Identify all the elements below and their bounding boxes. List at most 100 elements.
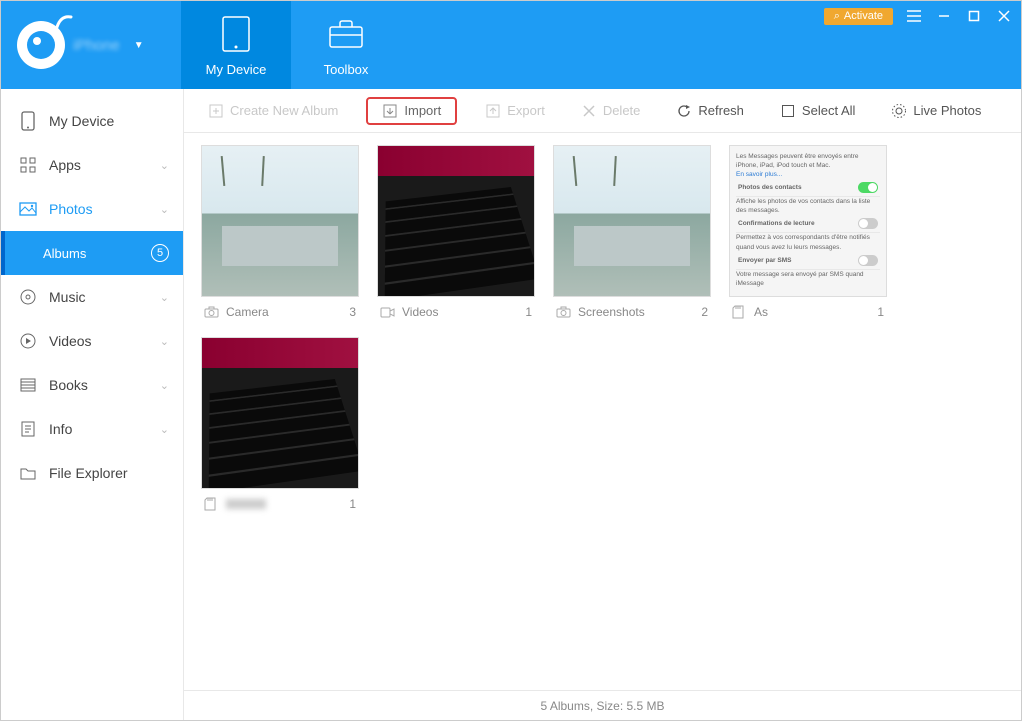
- key-icon: ⌕: [834, 10, 840, 23]
- toolbar: Create New Album Import Export Delete Re…: [184, 89, 1021, 133]
- apps-icon: [17, 157, 39, 173]
- device-name: iPhone: [73, 37, 120, 54]
- chevron-down-icon: ⌄: [160, 335, 169, 348]
- album-name: Camera: [226, 305, 269, 319]
- sd-icon: [732, 305, 748, 319]
- tab-my-device[interactable]: My Device: [181, 1, 291, 89]
- delete-icon: [581, 103, 597, 119]
- export-icon: [485, 103, 501, 119]
- tb-label: Delete: [603, 103, 641, 118]
- tablet-icon: [218, 14, 254, 54]
- sidebar-item-info[interactable]: Info ⌄: [1, 407, 183, 451]
- maximize-icon[interactable]: [965, 7, 983, 25]
- album-meta: Camera 3: [194, 297, 366, 319]
- tb-label: Create New Album: [230, 103, 338, 118]
- tab-toolbox[interactable]: Toolbox: [291, 1, 401, 89]
- chevron-down-icon: ⌄: [160, 159, 169, 172]
- info-icon: [17, 421, 39, 437]
- export-button[interactable]: Export: [477, 99, 553, 123]
- camera-icon: [556, 306, 572, 318]
- activate-button[interactable]: ⌕ Activate: [824, 8, 893, 25]
- sidebar-label: Apps: [49, 157, 81, 173]
- settings-text: Les Messages peuvent être envoyés entre …: [736, 152, 880, 170]
- chevron-down-icon: ⌄: [160, 379, 169, 392]
- live-photos-button[interactable]: Live Photos: [883, 99, 989, 123]
- plus-icon: [208, 103, 224, 119]
- select-all-button[interactable]: Select All: [772, 99, 863, 123]
- toggle-icon: [858, 182, 878, 193]
- tb-label: Export: [507, 103, 545, 118]
- main: Create New Album Import Export Delete Re…: [184, 89, 1021, 720]
- music-icon: [17, 289, 39, 305]
- album-meta: As 1: [722, 297, 894, 319]
- sidebar-item-file-explorer[interactable]: File Explorer: [1, 451, 183, 495]
- albums-grid: Camera 3 Videos 1 Screenshots 2: [184, 133, 1021, 690]
- tab-label: My Device: [206, 62, 267, 77]
- album-thumb: [377, 145, 535, 297]
- minimize-icon[interactable]: [935, 7, 953, 25]
- refresh-icon: [676, 103, 692, 119]
- create-album-button[interactable]: Create New Album: [200, 99, 346, 123]
- settings-sub: Votre message sera envoyé par SMS quand …: [736, 270, 880, 288]
- sidebar-sub-label: Albums: [43, 246, 86, 261]
- tb-label: Refresh: [698, 103, 744, 118]
- app-logo-icon: [17, 21, 65, 69]
- settings-sub: Permettez à vos correspondants d'être no…: [736, 233, 880, 251]
- album-meta: 1: [194, 489, 366, 511]
- album-name: As: [754, 305, 768, 319]
- books-icon: [17, 378, 39, 392]
- chevron-down-icon: ⌄: [160, 423, 169, 436]
- sidebar-label: Photos: [49, 201, 93, 217]
- checkbox-icon: [780, 103, 796, 119]
- sidebar-item-photos[interactable]: Photos ⌄: [1, 187, 183, 231]
- live-photos-icon: [891, 103, 907, 119]
- settings-row: Photos des contacts: [738, 183, 802, 192]
- album-thumb: [201, 337, 359, 489]
- settings-sub: Affiche les photos de vos contacts dans …: [736, 197, 880, 215]
- import-icon: [382, 103, 398, 119]
- album-item[interactable]: Videos 1: [370, 145, 542, 319]
- toggle-icon: [858, 218, 878, 229]
- album-item[interactable]: 1: [194, 337, 366, 511]
- sidebar-item-music[interactable]: Music ⌄: [1, 275, 183, 319]
- sidebar-item-apps[interactable]: Apps ⌄: [1, 143, 183, 187]
- menu-icon[interactable]: [905, 7, 923, 25]
- delete-button[interactable]: Delete: [573, 99, 649, 123]
- album-meta: Screenshots 2: [546, 297, 718, 319]
- album-name: Screenshots: [578, 305, 645, 319]
- sidebar-item-my-device[interactable]: My Device: [1, 99, 183, 143]
- album-item[interactable]: Les Messages peuvent être envoyés entre …: [722, 145, 894, 319]
- sidebar-item-videos[interactable]: Videos ⌄: [1, 319, 183, 363]
- album-name: Videos: [402, 305, 438, 319]
- sidebar-label: Info: [49, 421, 72, 437]
- album-item[interactable]: Camera 3: [194, 145, 366, 319]
- album-meta: Videos 1: [370, 297, 542, 319]
- window-controls: ⌕ Activate: [824, 7, 1013, 25]
- album-count: 1: [349, 497, 356, 511]
- album-count: 2: [701, 305, 708, 319]
- sidebar-subitem-albums[interactable]: Albums 5: [1, 231, 183, 275]
- album-item[interactable]: Screenshots 2: [546, 145, 718, 319]
- device-icon: [17, 111, 39, 131]
- settings-link: En savoir plus...: [736, 170, 880, 179]
- close-icon[interactable]: [995, 7, 1013, 25]
- video-icon: [380, 307, 396, 318]
- header-tabs: My Device Toolbox: [181, 1, 401, 89]
- statusbar: 5 Albums, Size: 5.5 MB: [184, 690, 1021, 720]
- sidebar-item-books[interactable]: Books ⌄: [1, 363, 183, 407]
- tb-label: Import: [404, 103, 441, 118]
- camera-icon: [204, 306, 220, 318]
- tb-label: Live Photos: [913, 103, 981, 118]
- logo-area[interactable]: iPhone ▼: [1, 1, 181, 89]
- sidebar-label: Videos: [49, 333, 92, 349]
- album-thumb: [553, 145, 711, 297]
- videos-icon: [17, 333, 39, 349]
- statusbar-text: 5 Albums, Size: 5.5 MB: [540, 699, 664, 713]
- chevron-down-icon: ⌄: [160, 291, 169, 304]
- import-button[interactable]: Import: [366, 97, 457, 125]
- album-thumb: [201, 145, 359, 297]
- caret-down-icon[interactable]: ▼: [134, 40, 144, 51]
- refresh-button[interactable]: Refresh: [668, 99, 752, 123]
- album-name: [226, 499, 266, 509]
- activate-label: Activate: [844, 10, 883, 22]
